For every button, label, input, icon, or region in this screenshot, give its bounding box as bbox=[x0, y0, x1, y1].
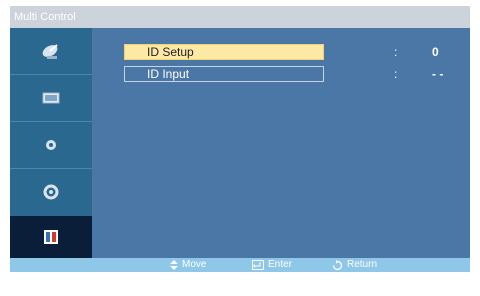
osd-screen: Multi Control ID Setup: 0 ID Input: - … bbox=[10, 6, 470, 272]
menu-item-id-input[interactable]: ID Input bbox=[124, 66, 324, 82]
picture-icon bbox=[40, 89, 62, 107]
id-setup-value: 0 bbox=[432, 45, 439, 59]
sidebar bbox=[10, 28, 92, 258]
hint-move: Move bbox=[170, 258, 206, 272]
enter-icon bbox=[252, 260, 264, 270]
return-icon bbox=[332, 259, 343, 271]
menu-item-id-setup[interactable]: ID Setup bbox=[124, 44, 324, 60]
sidebar-item-setup[interactable] bbox=[10, 169, 92, 215]
id-input-value: - - bbox=[432, 67, 444, 81]
sidebar-item-multi-control[interactable] bbox=[10, 216, 92, 258]
hint-enter: Enter bbox=[252, 258, 292, 272]
hint-move-label: Move bbox=[182, 259, 207, 270]
menu-panel: ID Setup : 0 ID Input : - - bbox=[92, 28, 470, 258]
hint-return: Return bbox=[332, 258, 377, 272]
menu-item-label: ID Setup bbox=[147, 45, 194, 59]
satellite-dish-icon bbox=[40, 40, 62, 62]
sidebar-item-channel[interactable] bbox=[10, 28, 92, 74]
menu-item-separator: : bbox=[394, 45, 398, 59]
multi-control-icon bbox=[40, 227, 62, 247]
menu-item-label: ID Input bbox=[147, 67, 190, 81]
menu-item-separator: : bbox=[394, 67, 398, 81]
window-title: Multi Control bbox=[10, 6, 470, 28]
sound-icon bbox=[42, 136, 60, 154]
sidebar-item-sound[interactable] bbox=[10, 122, 92, 168]
move-arrows-icon bbox=[170, 260, 178, 270]
setup-gear-icon bbox=[42, 183, 60, 201]
hint-return-label: Return bbox=[347, 259, 378, 270]
sidebar-item-picture[interactable] bbox=[10, 75, 92, 121]
hint-enter-label: Enter bbox=[268, 259, 292, 270]
navigation-hints-bar: Move Enter Return bbox=[10, 258, 470, 272]
